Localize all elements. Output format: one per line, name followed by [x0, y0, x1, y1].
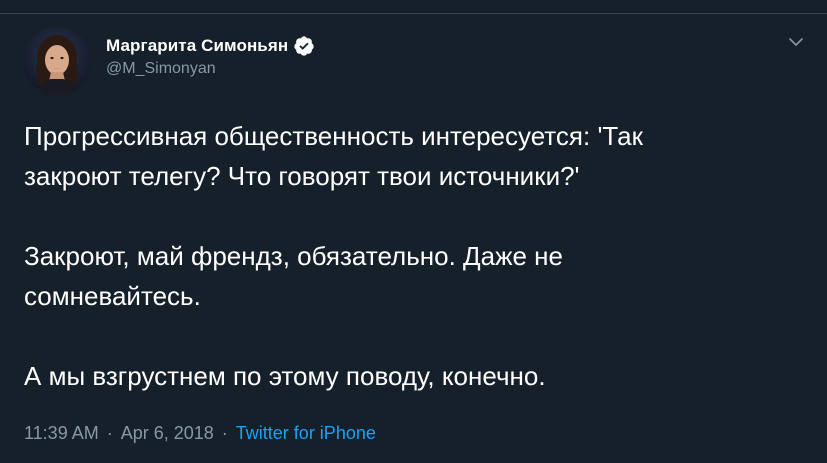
tweet-text: Прогрессивная общественность интересуетс… [24, 116, 804, 396]
tweet-card: Маргарита Симоньян @M_Simonyan Прогресси… [0, 0, 827, 463]
tweet-line: закроют телегу? Что говорят твои источни… [24, 161, 580, 191]
chevron-down-icon[interactable] [786, 34, 806, 50]
tweet-time[interactable]: 11:39 AM [24, 423, 99, 444]
author-block: Маргарита Симоньян @M_Simonyan [106, 35, 315, 78]
verified-badge-icon [293, 35, 315, 57]
tweet-line: Закроют, май френдз, обязательно. Даже н… [24, 241, 563, 271]
tweet-line: А мы взгрустнем по этому поводу, конечно… [24, 361, 546, 391]
meta-separator: · [221, 423, 228, 443]
name-row: Маргарита Симоньян [106, 35, 315, 57]
tweet-source-link[interactable]: Twitter for iPhone [236, 423, 376, 444]
handle[interactable]: @M_Simonyan [106, 60, 315, 78]
tweet-line: сомневайтесь. [24, 281, 201, 311]
tweet-meta: 11:39 AM · Apr 6, 2018 · Twitter for iPh… [24, 423, 376, 444]
tweet-line: Прогрессивная общественность интересуетс… [24, 121, 643, 151]
meta-separator: · [106, 423, 113, 443]
display-name[interactable]: Маргарита Симоньян [106, 36, 288, 56]
tweet-date[interactable]: Apr 6, 2018 [121, 423, 214, 444]
avatar[interactable] [23, 27, 91, 95]
